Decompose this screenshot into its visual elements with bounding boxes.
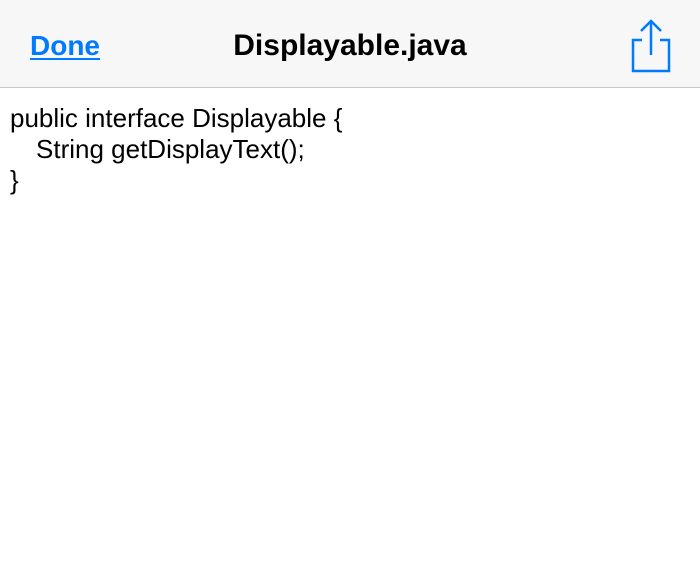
page-title: Displayable.java [233,29,467,62]
code-line: String getDisplayText(); [36,134,305,164]
code-line: } [10,165,19,195]
navigation-bar: Done Displayable.java [0,0,700,88]
file-content: public interface Displayable { String ge… [0,89,700,572]
share-button[interactable] [628,18,674,74]
share-icon [631,19,671,73]
file-viewer: Done Displayable.java public interface D… [0,0,700,572]
code-text: public interface Displayable { String ge… [10,103,342,196]
done-button[interactable]: Done [30,28,100,64]
code-line: public interface Displayable { [10,103,343,133]
